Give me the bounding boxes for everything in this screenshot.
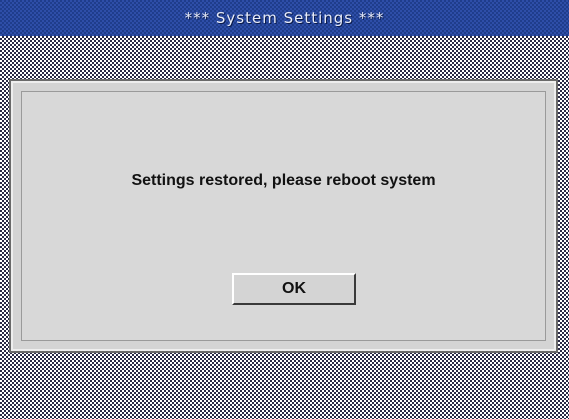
title-bar: *** System Settings *** — [0, 0, 569, 36]
ok-button[interactable]: OK — [232, 273, 356, 305]
dialog-message: Settings restored, please reboot system — [131, 172, 436, 189]
dialog-panel: Settings restored, please reboot system … — [21, 91, 546, 341]
message-dialog: Settings restored, please reboot system … — [9, 79, 558, 353]
window-title: *** System Settings *** — [184, 9, 385, 27]
